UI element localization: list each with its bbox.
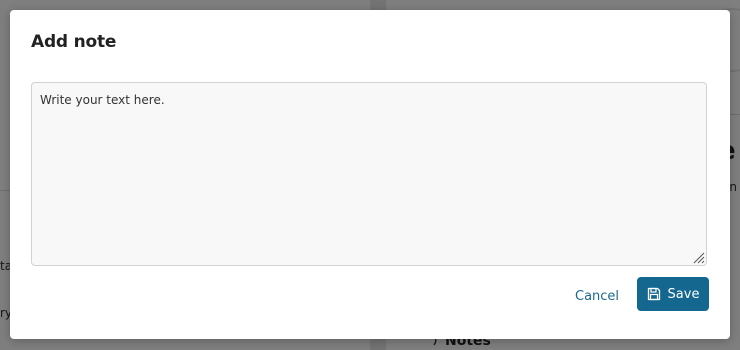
floppy-disk-icon	[647, 287, 660, 301]
dialog-header-divider	[10, 72, 730, 73]
save-button[interactable]: Save	[637, 277, 709, 311]
save-button-label: Save	[667, 286, 700, 302]
add-note-dialog: Add note Cancel Save	[10, 10, 730, 339]
note-textarea[interactable]	[31, 82, 707, 266]
dialog-title: Add note	[31, 32, 117, 52]
resize-grip-icon[interactable]	[691, 250, 705, 264]
cancel-button[interactable]: Cancel	[575, 286, 619, 306]
